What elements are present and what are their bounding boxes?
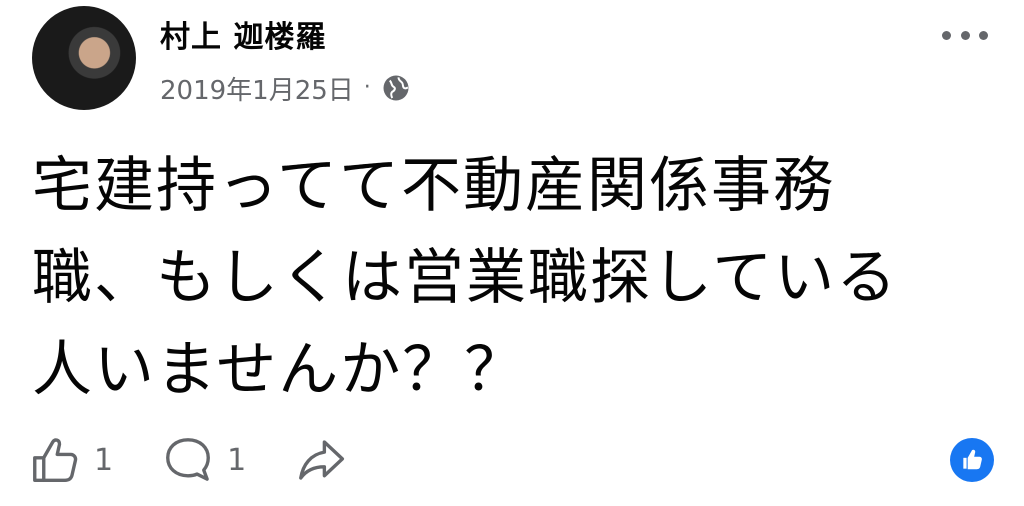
more-dot xyxy=(960,30,970,40)
post-date[interactable]: 2019年1月25日 xyxy=(160,70,354,107)
comment-button[interactable]: 1 xyxy=(161,433,246,487)
share-button[interactable] xyxy=(294,433,348,487)
post-meta: 2019年1月25日 · xyxy=(160,68,411,108)
globe-icon[interactable] xyxy=(381,73,411,103)
more-dot xyxy=(979,30,988,40)
post-action-bar: 1 1 xyxy=(28,430,396,490)
author-avatar[interactable] xyxy=(32,6,136,110)
thumbs-up-icon xyxy=(33,438,78,482)
meta-separator: · xyxy=(363,75,371,100)
post-body-text: 宅建持ってて不動産関係事務職、もしくは営業職探している人いませんか？？ xyxy=(32,151,899,405)
comment-bubble-icon xyxy=(166,438,211,481)
author-name[interactable]: 村上 迦楼羅 xyxy=(160,16,326,60)
more-dot xyxy=(942,30,951,40)
like-button[interactable]: 1 xyxy=(28,433,113,487)
more-options-icon[interactable] xyxy=(942,20,988,50)
thumbs-up-icon xyxy=(963,449,982,470)
comment-count: 1 xyxy=(227,442,247,478)
share-arrow-icon xyxy=(299,440,345,480)
like-reaction-icon[interactable] xyxy=(950,438,994,482)
like-count: 1 xyxy=(94,442,114,478)
